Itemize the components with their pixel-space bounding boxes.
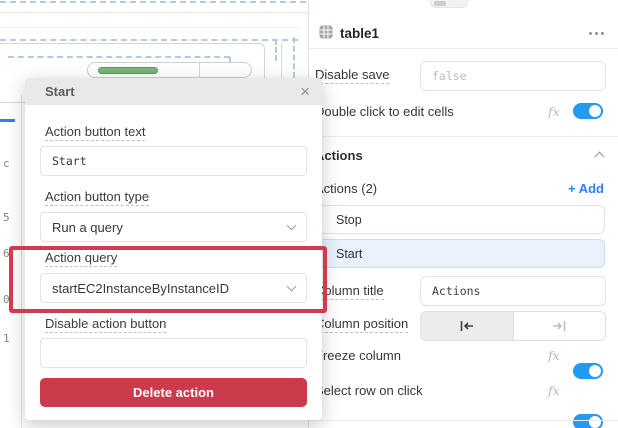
fx-icon[interactable]: fx (548, 104, 560, 119)
table-cell-fragment: 1 (3, 332, 10, 345)
add-action-button[interactable]: + Add (568, 181, 604, 196)
properties-panel: table1 Disable save false Double click t… (308, 0, 618, 428)
widget-edge-line (281, 43, 282, 78)
selected-widget-accent (0, 119, 15, 122)
action-button-text-label: Action button text (45, 124, 145, 141)
panel-divider (309, 136, 618, 137)
delete-action-label: Delete action (133, 385, 214, 400)
disable-save-placeholder: false (432, 69, 467, 83)
modal-header[interactable]: Start × (25, 78, 322, 105)
chevron-up-icon[interactable] (595, 152, 605, 162)
action-item-label: Stop (336, 213, 362, 227)
column-title-input[interactable]: Actions (420, 276, 606, 306)
freeze-column-label: Freeze column (315, 348, 401, 363)
ellipsis-menu-icon[interactable] (589, 32, 604, 35)
table-cell-fragment: c (3, 157, 10, 170)
toolbar-partial-glyph (434, 1, 446, 6)
double-click-edit-label: Double click to edit cells (315, 104, 454, 119)
table-cell-fragment: 5 (3, 211, 10, 224)
freeze-column-toggle[interactable] (573, 363, 603, 379)
action-button-type-value: Run a query (52, 220, 123, 235)
action-button-text-value: Start (52, 154, 87, 168)
selection-dashed-border (8, 56, 230, 58)
actions-count-label: Actions (2) (315, 181, 377, 196)
close-icon[interactable]: × (300, 83, 310, 100)
fx-icon[interactable]: fx (548, 348, 560, 363)
double-click-edit-toggle[interactable] (573, 103, 603, 119)
annotation-highlight-box (9, 246, 327, 313)
select-row-toggle[interactable] (573, 414, 603, 428)
canvas-grid-line (0, 27, 300, 28)
column-position-label: Column position (315, 316, 408, 333)
selection-dashed-border (293, 37, 295, 78)
panel-divider (309, 48, 618, 49)
disable-save-label: Disable save (315, 67, 389, 84)
action-button-type-select[interactable]: Run a query (40, 212, 307, 242)
cell-divider (199, 63, 200, 79)
action-item-start[interactable]: Start (315, 239, 605, 268)
widget-name-title: table1 (340, 26, 379, 41)
selection-dashed-border (275, 39, 277, 61)
column-position-control (420, 311, 606, 341)
align-to-left-icon[interactable] (421, 312, 513, 340)
column-title-value: Actions (432, 284, 480, 298)
disable-action-button-label: Disable action button (45, 316, 166, 333)
panel-divider (309, 420, 618, 421)
modal-title: Start (45, 84, 75, 99)
disable-action-button-input[interactable] (40, 338, 307, 368)
selection-dashed-border (0, 39, 298, 41)
align-to-right-icon[interactable] (513, 312, 606, 340)
toolbar-partial-control (430, 0, 468, 8)
fx-icon[interactable]: fx (548, 383, 560, 398)
status-pill-green (98, 67, 158, 74)
action-item-label: Start (336, 247, 362, 261)
actions-section-title: Actions (315, 148, 363, 163)
delete-action-button[interactable]: Delete action (40, 378, 307, 407)
action-button-text-input[interactable]: Start (40, 146, 307, 176)
action-item-stop[interactable]: Stop (315, 205, 605, 234)
disable-save-input[interactable]: false (420, 61, 606, 91)
table-grid-icon (319, 25, 333, 44)
chevron-down-icon (287, 221, 297, 231)
action-button-type-label: Action button type (45, 189, 149, 206)
select-row-on-click-label: Select row on click (315, 383, 423, 398)
selection-dashed-border (0, 1, 306, 3)
